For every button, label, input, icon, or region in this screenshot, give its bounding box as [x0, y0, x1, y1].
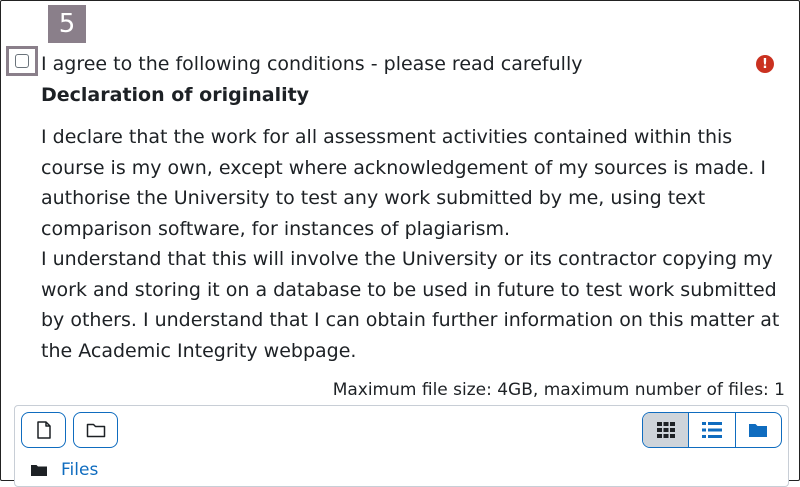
declaration-title: Declaration of originality	[41, 84, 310, 106]
list-icon	[701, 422, 722, 438]
declaration-line: I understand that this will involve the …	[41, 248, 773, 270]
view-mode-toggle	[642, 412, 782, 448]
step-number-badge: 5	[48, 5, 86, 43]
view-tree-button[interactable]	[734, 413, 781, 447]
view-list-button[interactable]	[688, 413, 734, 447]
declaration-line: work and storing it on a database to be …	[41, 278, 777, 301]
create-folder-button[interactable]	[73, 412, 118, 448]
file-manager: Files	[14, 405, 789, 487]
declaration-line: by others. I understand that I can obtai…	[41, 309, 780, 331]
file-breadcrumb: Files	[31, 458, 98, 482]
declaration-line: comparison software, for instances of pl…	[41, 217, 511, 240]
declaration-line: the Academic Integrity webpage.	[41, 339, 357, 362]
agree-checkbox[interactable]	[15, 54, 29, 68]
declaration-line: authorise the University to test any wor…	[41, 187, 706, 209]
add-file-button[interactable]	[21, 412, 66, 448]
breadcrumb-files-link[interactable]: Files	[61, 460, 98, 480]
folder-icon	[86, 423, 105, 438]
folder-solid-icon	[749, 424, 768, 437]
file-icon	[36, 421, 51, 439]
folder-solid-icon	[31, 464, 47, 476]
declaration-line: course is my own, except where acknowled…	[41, 156, 766, 179]
grid-icon	[656, 422, 675, 438]
agree-checkbox-focus-ring[interactable]	[6, 46, 38, 76]
declaration-line: I declare that the work for all assessme…	[41, 126, 733, 148]
agree-checkbox-label[interactable]: I agree to the following conditions - pl…	[41, 52, 582, 76]
exclamation-circle-icon: !	[756, 55, 774, 73]
declaration-text: I declare that the work for all assessme…	[41, 122, 780, 366]
view-icons-button[interactable]	[643, 413, 689, 447]
file-limits-text: Maximum file size: 4GB, maximum number o…	[332, 380, 785, 400]
form-panel: 5 I agree to the following conditions - …	[0, 0, 800, 487]
